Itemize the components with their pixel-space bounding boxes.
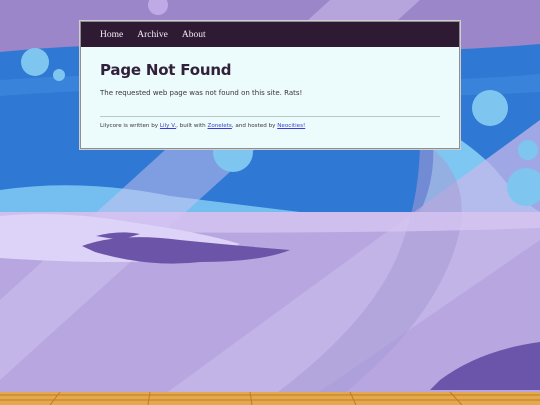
footer-prefix: Lilycore is written by [100,123,160,129]
divider [100,116,440,117]
top-nav: Home Archive About [81,22,459,47]
bubble [472,90,508,126]
bubble [53,69,65,81]
main-content: Page Not Found The requested web page wa… [81,47,459,129]
floor-tiles [0,392,540,405]
nav-archive-link[interactable]: Archive [137,30,168,40]
nav-home-link[interactable]: Home [100,30,123,40]
page-title: Page Not Found [100,61,232,79]
bubble [518,140,538,160]
footer-credits: Lilycore is written by Lily V., built wi… [100,123,440,129]
footer-mid-1: , built with [176,123,208,129]
footer-mid-2: , and hosted by [231,123,278,129]
zonelets-link[interactable]: Zonelets [208,123,232,129]
bubble [21,48,49,76]
content-card: Home Archive About Page Not Found The re… [80,21,460,149]
neocities-link[interactable]: Neocities! [277,123,305,129]
not-found-message: The requested web page was not found on … [100,89,303,97]
nav-about-link[interactable]: About [182,30,206,40]
author-link[interactable]: Lily V. [160,123,176,129]
